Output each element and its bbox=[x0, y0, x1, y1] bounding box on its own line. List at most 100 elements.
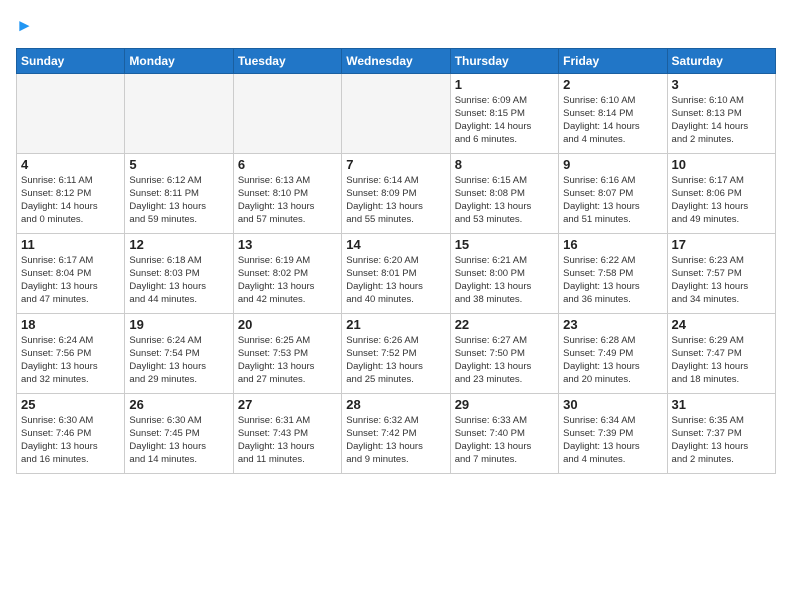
day-info: Sunrise: 6:27 AMSunset: 7:50 PMDaylight:… bbox=[455, 334, 554, 387]
logo-text: ► bbox=[16, 16, 33, 36]
calendar-cell: 2 Sunrise: 6:10 AMSunset: 8:14 PMDaylight… bbox=[559, 73, 667, 153]
day-number: 30 bbox=[563, 397, 662, 412]
weekday-header-wednesday: Wednesday bbox=[342, 48, 450, 73]
calendar-cell bbox=[233, 73, 341, 153]
calendar-cell: 18Sunrise: 6:24 AMSunset: 7:56 PMDayligh… bbox=[17, 313, 125, 393]
day-info: Sunrise: 6:31 AMSunset: 7:43 PMDaylight:… bbox=[238, 414, 337, 467]
calendar-cell: 13Sunrise: 6:19 AMSunset: 8:02 PMDayligh… bbox=[233, 233, 341, 313]
calendar-cell: 31 Sunrise: 6:35 AMSunset: 7:37 PMDayligh… bbox=[667, 393, 775, 473]
calendar-cell: 28 Sunrise: 6:32 AMSunset: 7:42 PMDayligh… bbox=[342, 393, 450, 473]
weekday-header-row: SundayMondayTuesdayWednesdayThursdayFrid… bbox=[17, 48, 776, 73]
page-header: ► bbox=[16, 16, 776, 36]
week-row-2: 4Sunrise: 6:11 AMSunset: 8:12 PMDaylight… bbox=[17, 153, 776, 233]
calendar-cell: 10 Sunrise: 6:17 AMSunset: 8:06 PMDayligh… bbox=[667, 153, 775, 233]
day-info: Sunrise: 6:12 AMSunset: 8:11 PMDaylight:… bbox=[129, 174, 228, 227]
calendar-cell: 4Sunrise: 6:11 AMSunset: 8:12 PMDaylight… bbox=[17, 153, 125, 233]
day-info: Sunrise: 6:28 AMSunset: 7:49 PMDaylight:… bbox=[563, 334, 662, 387]
calendar-cell: 30Sunrise: 6:34 AMSunset: 7:39 PMDayligh… bbox=[559, 393, 667, 473]
day-info: Sunrise: 6:15 AMSunset: 8:08 PMDaylight:… bbox=[455, 174, 554, 227]
day-info: Sunrise: 6:30 AMSunset: 7:46 PMDaylight:… bbox=[21, 414, 120, 467]
calendar-cell: 21 Sunrise: 6:26 AMSunset: 7:52 PMDayligh… bbox=[342, 313, 450, 393]
day-number: 23 bbox=[563, 317, 662, 332]
day-number: 26 bbox=[129, 397, 228, 412]
day-number: 15 bbox=[455, 237, 554, 252]
day-number: 24 bbox=[672, 317, 771, 332]
day-info: Sunrise: 6:14 AMSunset: 8:09 PMDaylight:… bbox=[346, 174, 445, 227]
weekday-header-tuesday: Tuesday bbox=[233, 48, 341, 73]
calendar-cell bbox=[125, 73, 233, 153]
day-number: 9 bbox=[563, 157, 662, 172]
weekday-header-monday: Monday bbox=[125, 48, 233, 73]
day-number: 31 bbox=[672, 397, 771, 412]
day-number: 28 bbox=[346, 397, 445, 412]
weekday-header-friday: Friday bbox=[559, 48, 667, 73]
day-info: Sunrise: 6:26 AMSunset: 7:52 PMDaylight:… bbox=[346, 334, 445, 387]
day-number: 27 bbox=[238, 397, 337, 412]
calendar-cell: 7Sunrise: 6:14 AMSunset: 8:09 PMDaylight… bbox=[342, 153, 450, 233]
week-row-1: 1 Sunrise: 6:09 AMSunset: 8:15 PMDaylight… bbox=[17, 73, 776, 153]
calendar-cell: 24 Sunrise: 6:29 AMSunset: 7:47 PMDayligh… bbox=[667, 313, 775, 393]
calendar-cell: 17 Sunrise: 6:23 AMSunset: 7:57 PMDayligh… bbox=[667, 233, 775, 313]
calendar-cell: 20 Sunrise: 6:25 AMSunset: 7:53 PMDayligh… bbox=[233, 313, 341, 393]
calendar-cell: 29 Sunrise: 6:33 AMSunset: 7:40 PMDayligh… bbox=[450, 393, 558, 473]
day-number: 4 bbox=[21, 157, 120, 172]
day-info: Sunrise: 6:29 AMSunset: 7:47 PMDaylight:… bbox=[672, 334, 771, 387]
day-number: 10 bbox=[672, 157, 771, 172]
day-info: Sunrise: 6:25 AMSunset: 7:53 PMDaylight:… bbox=[238, 334, 337, 387]
weekday-header-sunday: Sunday bbox=[17, 48, 125, 73]
day-info: Sunrise: 6:19 AMSunset: 8:02 PMDaylight:… bbox=[238, 254, 337, 307]
weekday-header-thursday: Thursday bbox=[450, 48, 558, 73]
day-info: Sunrise: 6:20 AMSunset: 8:01 PMDaylight:… bbox=[346, 254, 445, 307]
week-row-5: 25 Sunrise: 6:30 AMSunset: 7:46 PMDayligh… bbox=[17, 393, 776, 473]
calendar-cell: 12Sunrise: 6:18 AMSunset: 8:03 PMDayligh… bbox=[125, 233, 233, 313]
day-info: Sunrise: 6:24 AMSunset: 7:56 PMDaylight:… bbox=[21, 334, 120, 387]
calendar-cell: 11 Sunrise: 6:17 AMSunset: 8:04 PMDayligh… bbox=[17, 233, 125, 313]
day-number: 21 bbox=[346, 317, 445, 332]
day-info: Sunrise: 6:16 AMSunset: 8:07 PMDaylight:… bbox=[563, 174, 662, 227]
day-info: Sunrise: 6:10 AMSunset: 8:13 PMDaylight:… bbox=[672, 94, 771, 147]
day-info: Sunrise: 6:21 AMSunset: 8:00 PMDaylight:… bbox=[455, 254, 554, 307]
day-number: 5 bbox=[129, 157, 228, 172]
week-row-4: 18Sunrise: 6:24 AMSunset: 7:56 PMDayligh… bbox=[17, 313, 776, 393]
calendar-cell: 27 Sunrise: 6:31 AMSunset: 7:43 PMDayligh… bbox=[233, 393, 341, 473]
day-info: Sunrise: 6:23 AMSunset: 7:57 PMDaylight:… bbox=[672, 254, 771, 307]
calendar-cell: 14 Sunrise: 6:20 AMSunset: 8:01 PMDayligh… bbox=[342, 233, 450, 313]
weekday-header-saturday: Saturday bbox=[667, 48, 775, 73]
calendar-table: SundayMondayTuesdayWednesdayThursdayFrid… bbox=[16, 48, 776, 474]
calendar-cell bbox=[342, 73, 450, 153]
calendar-cell: 26 Sunrise: 6:30 AMSunset: 7:45 PMDayligh… bbox=[125, 393, 233, 473]
day-info: Sunrise: 6:32 AMSunset: 7:42 PMDaylight:… bbox=[346, 414, 445, 467]
day-number: 16 bbox=[563, 237, 662, 252]
day-info: Sunrise: 6:24 AMSunset: 7:54 PMDaylight:… bbox=[129, 334, 228, 387]
calendar-cell: 1 Sunrise: 6:09 AMSunset: 8:15 PMDaylight… bbox=[450, 73, 558, 153]
day-number: 29 bbox=[455, 397, 554, 412]
day-info: Sunrise: 6:30 AMSunset: 7:45 PMDaylight:… bbox=[129, 414, 228, 467]
day-number: 22 bbox=[455, 317, 554, 332]
day-number: 20 bbox=[238, 317, 337, 332]
calendar-cell: 25 Sunrise: 6:30 AMSunset: 7:46 PMDayligh… bbox=[17, 393, 125, 473]
day-info: Sunrise: 6:09 AMSunset: 8:15 PMDaylight:… bbox=[455, 94, 554, 147]
logo: ► bbox=[16, 16, 33, 36]
day-number: 14 bbox=[346, 237, 445, 252]
day-number: 19 bbox=[129, 317, 228, 332]
day-info: Sunrise: 6:33 AMSunset: 7:40 PMDaylight:… bbox=[455, 414, 554, 467]
day-number: 1 bbox=[455, 77, 554, 92]
day-info: Sunrise: 6:35 AMSunset: 7:37 PMDaylight:… bbox=[672, 414, 771, 467]
day-number: 17 bbox=[672, 237, 771, 252]
calendar-cell: 8Sunrise: 6:15 AMSunset: 8:08 PMDaylight… bbox=[450, 153, 558, 233]
day-number: 2 bbox=[563, 77, 662, 92]
day-number: 11 bbox=[21, 237, 120, 252]
calendar-cell: 9 Sunrise: 6:16 AMSunset: 8:07 PMDaylight… bbox=[559, 153, 667, 233]
page-container: ► SundayMondayTuesdayWednesdayThursdayFr… bbox=[0, 0, 792, 482]
calendar-cell: 22 Sunrise: 6:27 AMSunset: 7:50 PMDayligh… bbox=[450, 313, 558, 393]
calendar-cell: 16Sunrise: 6:22 AMSunset: 7:58 PMDayligh… bbox=[559, 233, 667, 313]
day-info: Sunrise: 6:17 AMSunset: 8:06 PMDaylight:… bbox=[672, 174, 771, 227]
day-info: Sunrise: 6:17 AMSunset: 8:04 PMDaylight:… bbox=[21, 254, 120, 307]
week-row-3: 11 Sunrise: 6:17 AMSunset: 8:04 PMDayligh… bbox=[17, 233, 776, 313]
calendar-cell: 15 Sunrise: 6:21 AMSunset: 8:00 PMDayligh… bbox=[450, 233, 558, 313]
calendar-cell: 5 Sunrise: 6:12 AMSunset: 8:11 PMDaylight… bbox=[125, 153, 233, 233]
day-number: 25 bbox=[21, 397, 120, 412]
day-number: 3 bbox=[672, 77, 771, 92]
day-info: Sunrise: 6:10 AMSunset: 8:14 PMDaylight:… bbox=[563, 94, 662, 147]
day-info: Sunrise: 6:18 AMSunset: 8:03 PMDaylight:… bbox=[129, 254, 228, 307]
